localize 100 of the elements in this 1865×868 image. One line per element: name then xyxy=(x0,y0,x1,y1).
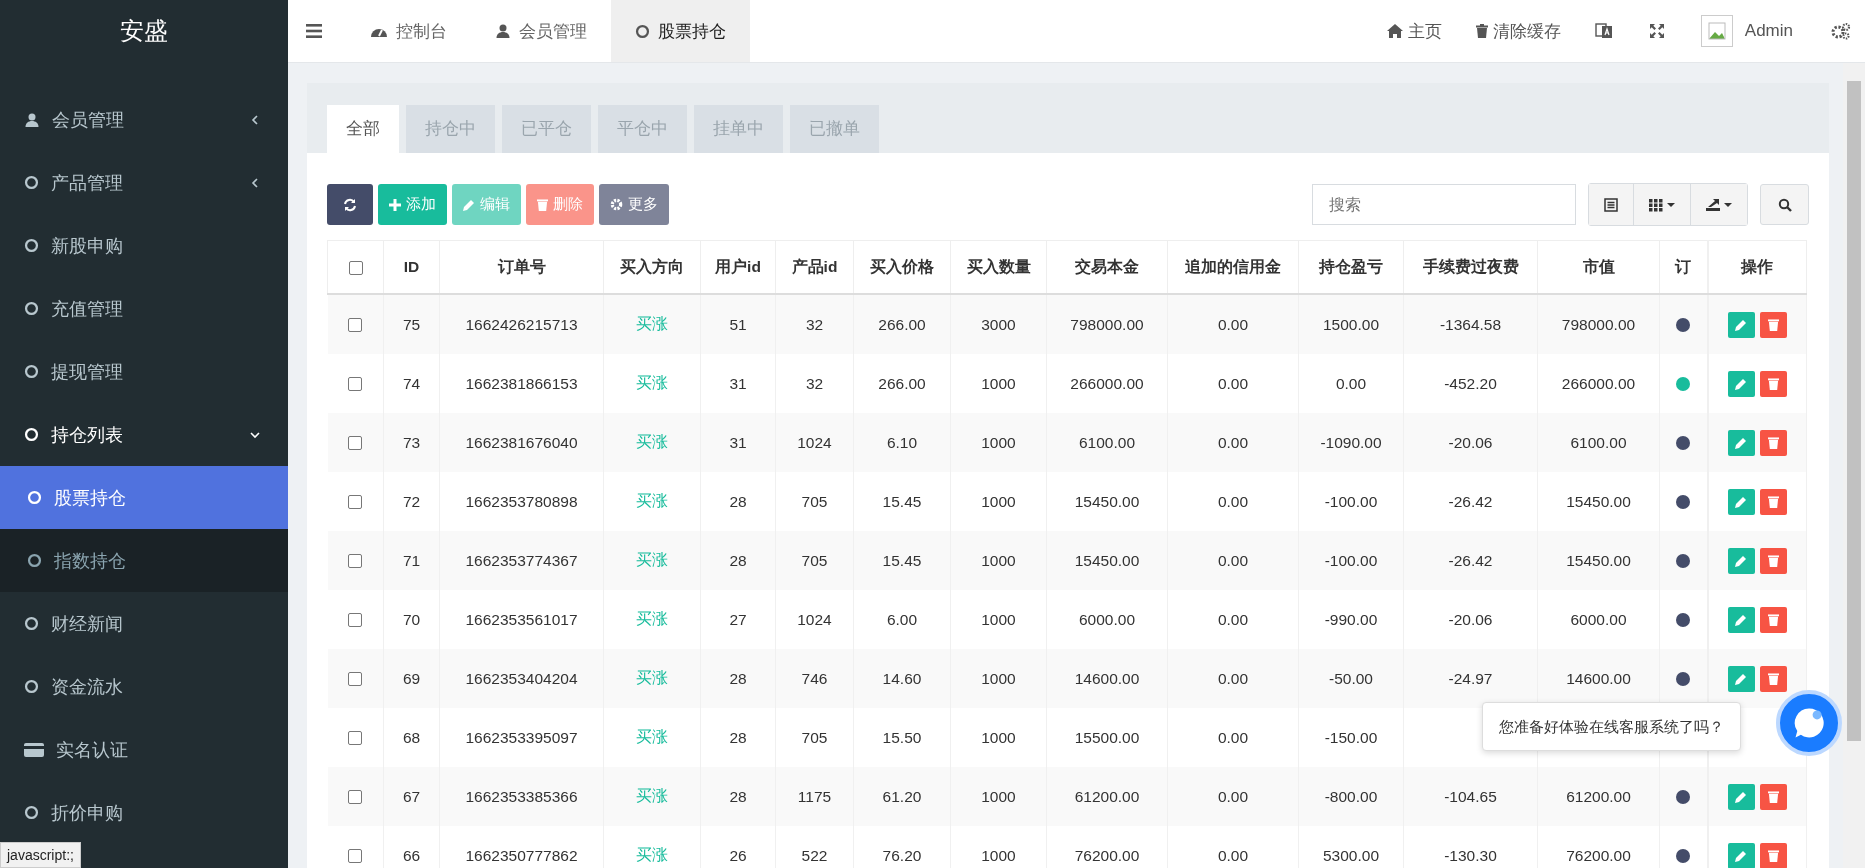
row-checkbox[interactable] xyxy=(348,554,363,569)
sidebar-item[interactable]: 提现管理 xyxy=(0,340,288,403)
row-checkbox[interactable] xyxy=(348,613,363,628)
table-cell: 68 xyxy=(402,728,421,746)
table-cell: 1000 xyxy=(981,787,1016,805)
row-checkbox[interactable] xyxy=(348,495,363,510)
delete-button[interactable] xyxy=(1759,488,1787,515)
sidebar-item[interactable]: 新股申购 xyxy=(0,214,288,277)
table-cell: -150.00 xyxy=(1324,728,1378,746)
export-dropdown[interactable] xyxy=(1691,184,1747,225)
table-cell: 1000 xyxy=(981,374,1016,392)
sidebar-item[interactable]: 资金流水 xyxy=(0,655,288,718)
table-cell: 0.00 xyxy=(1217,374,1249,392)
delete-button[interactable] xyxy=(1759,783,1787,810)
edit-button[interactable] xyxy=(1727,783,1755,810)
edit-button[interactable] xyxy=(1727,488,1755,515)
edit-button[interactable] xyxy=(1727,665,1755,692)
search-field[interactable]: 搜索 xyxy=(1312,184,1576,225)
nav-tab[interactable]: 股票持仓 xyxy=(611,0,750,62)
header-link[interactable]: 清除缓存 xyxy=(1475,19,1561,43)
brand-title: 安盛 xyxy=(119,16,169,46)
header-link[interactable]: 主页 xyxy=(1386,19,1442,43)
translate-icon[interactable] xyxy=(1594,22,1613,40)
edit-button[interactable] xyxy=(1727,429,1755,456)
circle-icon xyxy=(27,553,42,568)
sidebar-item[interactable]: 持仓列表 xyxy=(0,403,288,466)
delete-button[interactable] xyxy=(1759,547,1787,574)
sidebar-subitem[interactable]: 股票持仓 xyxy=(0,466,288,529)
delete-button[interactable] xyxy=(1759,606,1787,633)
table-cell: 1500.00 xyxy=(1323,315,1379,333)
card-view-button[interactable] xyxy=(1589,184,1634,225)
delete-button[interactable] xyxy=(1759,370,1787,397)
delete-button[interactable] xyxy=(1759,842,1787,868)
edit-button[interactable] xyxy=(1727,842,1755,868)
trash-icon xyxy=(1767,672,1779,685)
nav-tab[interactable]: 会员管理 xyxy=(471,0,611,62)
table-cell: 1662426215713 xyxy=(465,315,578,333)
table-cell: 3000 xyxy=(981,315,1016,333)
table-cell: 15.45 xyxy=(882,492,922,510)
pencil-icon xyxy=(1735,495,1748,508)
search-button[interactable] xyxy=(1760,184,1809,225)
row-checkbox[interactable] xyxy=(348,790,363,805)
pencil-icon xyxy=(1735,849,1748,862)
pencil-icon xyxy=(463,198,475,211)
sidebar-subitem[interactable]: 指数持仓 xyxy=(0,529,288,592)
table-cell: 31 xyxy=(729,374,747,392)
table-cell: 5300.00 xyxy=(1323,846,1379,864)
table-cell: 0.00 xyxy=(1217,433,1249,451)
row-checkbox[interactable] xyxy=(348,318,363,333)
table-cell: 31 xyxy=(729,433,747,451)
table-cell: 1000 xyxy=(981,669,1016,687)
row-checkbox[interactable] xyxy=(348,377,363,392)
delete-button[interactable] xyxy=(1759,311,1787,338)
select-all-checkbox[interactable] xyxy=(348,260,363,275)
grid-icon xyxy=(1649,197,1675,212)
fullscreen-icon[interactable] xyxy=(1648,23,1665,39)
row-checkbox[interactable] xyxy=(348,672,363,687)
row-checkbox[interactable] xyxy=(348,731,363,746)
sidebar-item[interactable]: 实名认证 xyxy=(0,718,288,781)
sidebar-item[interactable]: 财经新闻 xyxy=(0,592,288,655)
table-cell: 66 xyxy=(402,846,421,864)
user-name[interactable]: Admin xyxy=(1744,21,1793,41)
avatar-image[interactable] xyxy=(1700,15,1733,47)
columns-dropdown[interactable] xyxy=(1634,184,1691,225)
sidebar-item[interactable]: 产品管理 xyxy=(0,151,288,214)
trash-icon xyxy=(1475,24,1488,38)
search-icon xyxy=(1777,197,1792,212)
table-cell: 15.45 xyxy=(882,551,922,569)
row-checkbox[interactable] xyxy=(348,436,363,451)
more-button[interactable]: 更多 xyxy=(599,184,669,225)
table-cell: 0.00 xyxy=(1217,669,1249,687)
table-cell: 1000 xyxy=(981,610,1016,628)
table-cell: 266000.00 xyxy=(1561,374,1636,392)
table-cell: 1662353395097 xyxy=(465,728,578,746)
settings-icon[interactable] xyxy=(1831,22,1851,40)
table-cell: 26 xyxy=(729,846,747,864)
user-icon xyxy=(495,23,511,39)
edit-button[interactable] xyxy=(1727,311,1755,338)
circle-icon xyxy=(24,679,39,694)
delete-button[interactable] xyxy=(1759,429,1787,456)
table-cell: 74 xyxy=(402,374,421,392)
table-cell: -452.20 xyxy=(1444,374,1497,392)
edit-button[interactable] xyxy=(1727,370,1755,397)
trash-icon xyxy=(1767,436,1779,449)
sidebar-item[interactable]: 会员管理 xyxy=(0,88,288,151)
sidebar-item[interactable]: 充值管理 xyxy=(0,277,288,340)
delete-button[interactable] xyxy=(1759,665,1787,692)
sidebar-item[interactable]: 折价申购 xyxy=(0,781,288,844)
refresh-button[interactable] xyxy=(327,184,373,225)
chat-prompt[interactable]: 您准备好体验在线客服系统了吗？ xyxy=(1482,702,1741,751)
nav-tab[interactable]: 控制台 xyxy=(346,0,471,62)
table-cell: -130.30 xyxy=(1444,846,1497,864)
edit-button[interactable] xyxy=(1727,547,1755,574)
table-cell: 61200.00 xyxy=(1566,787,1631,805)
edit-button[interactable] xyxy=(1727,606,1755,633)
pencil-icon xyxy=(1735,790,1748,803)
table-cell: 6.10 xyxy=(886,433,918,451)
row-checkbox[interactable] xyxy=(348,849,363,864)
menu-icon[interactable] xyxy=(306,24,322,38)
filter-tab[interactable]: 全部 xyxy=(327,105,399,153)
